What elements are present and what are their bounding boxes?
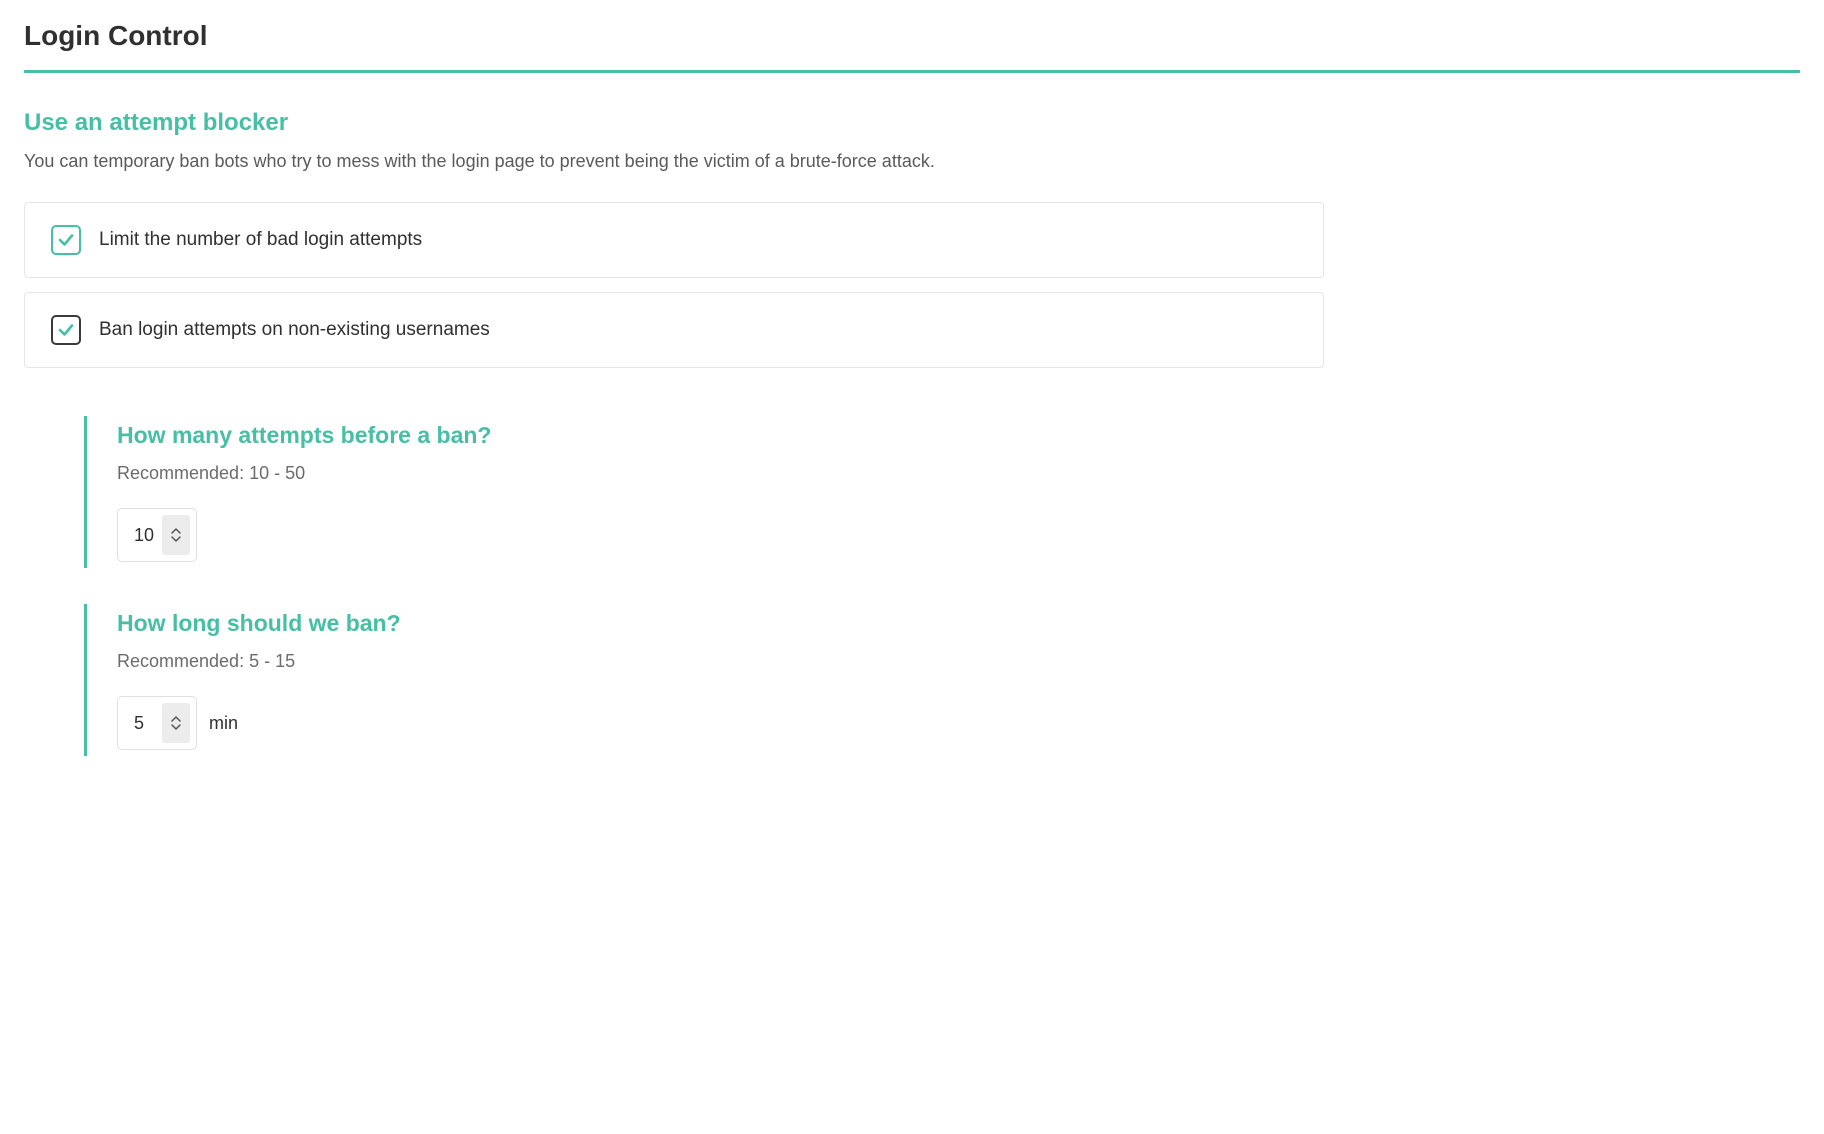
attempts-before-ban-block: How many attempts before a ban? Recommen…	[84, 416, 1324, 568]
option-label: Ban login attempts on non-existing usern…	[99, 319, 490, 341]
duration-stepper-buttons[interactable]	[162, 703, 190, 743]
option-ban-nonexisting-usernames[interactable]: Ban login attempts on non-existing usern…	[24, 292, 1324, 368]
chevron-down-icon	[171, 536, 181, 542]
chevron-up-icon	[171, 528, 181, 534]
check-icon	[57, 321, 75, 339]
checkbox-ban-nonexisting-usernames[interactable]	[51, 315, 81, 345]
sub-title-duration: How long should we ban?	[117, 610, 1324, 637]
option-limit-bad-attempts[interactable]: Limit the number of bad login attempts	[24, 202, 1324, 278]
attempts-stepper-buttons[interactable]	[162, 515, 190, 555]
duration-input[interactable]	[118, 697, 162, 749]
sub-title-attempts: How many attempts before a ban?	[117, 422, 1324, 449]
attempts-input[interactable]	[118, 509, 162, 561]
ban-duration-block: How long should we ban? Recommended: 5 -…	[84, 604, 1324, 756]
section-description: You can temporary ban bots who try to me…	[24, 151, 1800, 172]
section-title-attempt-blocker: Use an attempt blocker	[24, 109, 1800, 137]
option-label: Limit the number of bad login attempts	[99, 229, 422, 251]
duration-stepper[interactable]	[117, 696, 197, 750]
chevron-up-icon	[171, 716, 181, 722]
attempts-stepper[interactable]	[117, 508, 197, 562]
checkbox-limit-bad-attempts[interactable]	[51, 225, 81, 255]
sub-hint-attempts: Recommended: 10 - 50	[117, 463, 1324, 484]
check-icon	[57, 231, 75, 249]
chevron-down-icon	[171, 724, 181, 730]
sub-hint-duration: Recommended: 5 - 15	[117, 651, 1324, 672]
page-title: Login Control	[24, 20, 1800, 52]
title-divider	[24, 70, 1800, 73]
duration-unit: min	[209, 713, 238, 734]
